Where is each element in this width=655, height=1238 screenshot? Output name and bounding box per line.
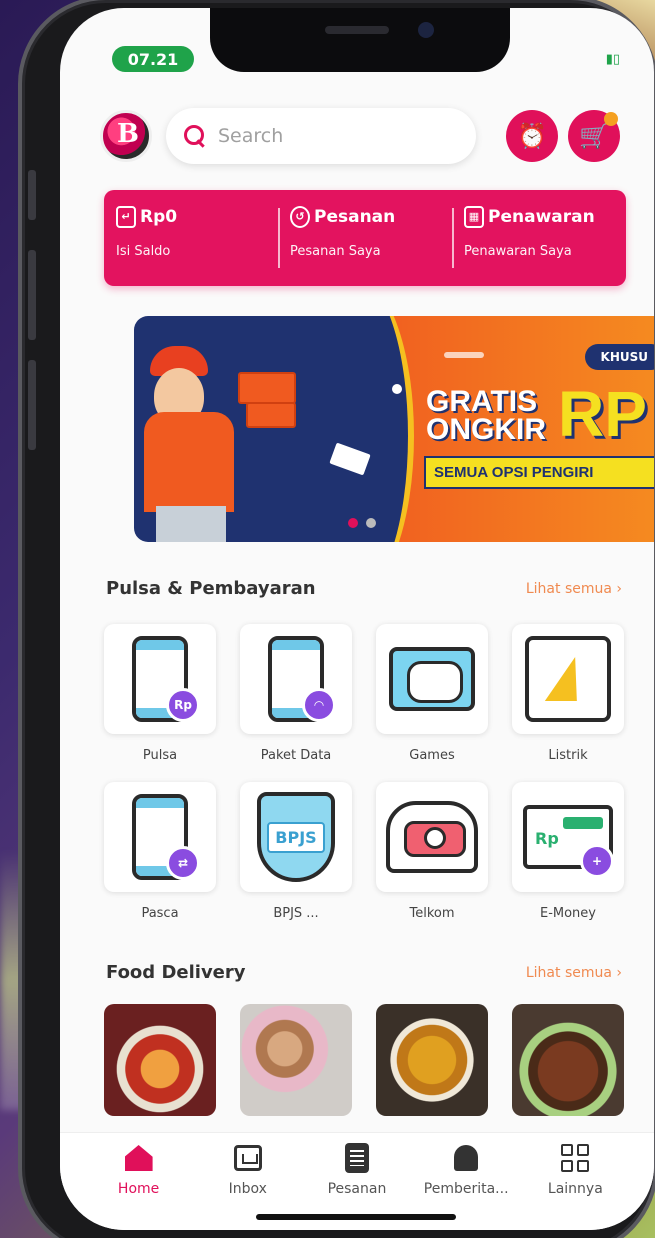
banner-decoration bbox=[444, 352, 484, 358]
tile-label: Listrik bbox=[548, 748, 588, 763]
wallet-orders[interactable]: ↺ Pesanan Pesanan Saya bbox=[278, 190, 452, 286]
orders-title: Pesanan bbox=[314, 207, 396, 227]
bpjs-shield-icon: BPJS bbox=[257, 792, 335, 882]
carousel-dots[interactable] bbox=[348, 518, 376, 528]
notch bbox=[210, 8, 510, 72]
status-time: 07.21 bbox=[112, 46, 194, 72]
search-bar[interactable] bbox=[166, 108, 476, 164]
payments-see-all-link[interactable]: Lihat semua › bbox=[526, 581, 622, 597]
history-icon: ↺ bbox=[290, 206, 310, 228]
nav-label: Pesanan bbox=[327, 1181, 387, 1197]
parcel-box bbox=[238, 372, 296, 404]
game-ticket-icon bbox=[389, 647, 475, 711]
orders-icon bbox=[344, 1143, 369, 1173]
banner-badge: KHUSU bbox=[584, 344, 654, 370]
app-screen: 07.21 ▮▯ B ⏰ 🛒 ↵Rp0 Isi Saldo ↺P bbox=[60, 8, 654, 1230]
courier-legs bbox=[156, 506, 226, 542]
tile-paket-data[interactable]: ◠ Paket Data bbox=[240, 624, 352, 763]
electricity-icon bbox=[525, 636, 611, 722]
food-item-image[interactable] bbox=[376, 1004, 488, 1116]
cart-icon: 🛒 bbox=[579, 122, 609, 150]
tile-bpjs[interactable]: BPJS BPJS ... bbox=[240, 782, 352, 921]
nav-home[interactable]: Home bbox=[94, 1133, 184, 1230]
tile-label: Pasca bbox=[141, 906, 179, 921]
courier-body bbox=[144, 412, 234, 512]
food-section-title: Food Delivery bbox=[106, 962, 246, 983]
food-item-image[interactable] bbox=[240, 1004, 352, 1116]
battery-icon: ▮▯ bbox=[605, 52, 620, 67]
balance-amount: Rp0 bbox=[140, 207, 178, 227]
parcel-box bbox=[246, 402, 296, 428]
food-item-image[interactable] bbox=[104, 1004, 216, 1116]
tile-label: E-Money bbox=[539, 906, 596, 921]
carousel-dot[interactable] bbox=[366, 518, 376, 528]
tile-label: BPJS ... bbox=[273, 906, 319, 921]
banner-sparkle bbox=[392, 384, 402, 394]
search-icon bbox=[184, 125, 206, 147]
nav-label: Inbox bbox=[228, 1181, 267, 1197]
wallet-bar: ↵ Rp0 Isi Saldo ↺ Pesanan Pesanan Saya ▦ Pe… bbox=[104, 190, 626, 286]
offers-title: Penawaran bbox=[488, 207, 595, 227]
app-header: B ⏰ 🛒 bbox=[100, 106, 620, 166]
tile-telkom[interactable]: Telkom bbox=[376, 782, 488, 921]
volume-down-button bbox=[28, 360, 36, 450]
wallet-balance[interactable]: ↵ Rp0 Isi Saldo bbox=[104, 190, 278, 286]
tile-label: Telkom bbox=[409, 906, 455, 921]
payments-grid-row-2: ⇄ Pasca BPJS BPJS ... Telkom + E-Money bbox=[104, 782, 628, 921]
inbox-icon bbox=[233, 1145, 262, 1171]
mute-switch bbox=[28, 170, 36, 220]
cart-button[interactable]: 🛒 bbox=[568, 110, 620, 162]
wallet-icon: ↵ bbox=[116, 206, 136, 228]
rupiah-badge-icon: Rp bbox=[166, 688, 200, 722]
banner-headline: GRATIS ONGKIR bbox=[426, 385, 546, 446]
nav-label: Home bbox=[117, 1181, 160, 1197]
nav-label: Lainnya bbox=[547, 1181, 603, 1197]
banner-line-1: GRATIS bbox=[426, 385, 538, 418]
food-see-all-link[interactable]: Lihat semua › bbox=[526, 965, 622, 981]
tile-pasca[interactable]: ⇄ Pasca bbox=[104, 782, 216, 921]
tile-label: Paket Data bbox=[260, 748, 332, 763]
bpjs-text: BPJS bbox=[267, 821, 325, 853]
volume-up-button bbox=[28, 250, 36, 340]
tile-listrik[interactable]: Listrik bbox=[512, 624, 624, 763]
tile-label: Games bbox=[409, 748, 455, 763]
alarm-bell-icon: ⏰ bbox=[517, 122, 547, 150]
plus-badge-icon: + bbox=[580, 844, 614, 878]
telephone-icon bbox=[386, 801, 478, 873]
carousel-dot-active[interactable] bbox=[348, 518, 358, 528]
tile-games[interactable]: Games bbox=[376, 624, 488, 763]
store-icon: ▦ bbox=[464, 206, 484, 228]
home-indicator[interactable] bbox=[256, 1214, 456, 1220]
home-icon bbox=[124, 1145, 153, 1171]
tile-emoney[interactable]: + E-Money bbox=[512, 782, 624, 921]
bell-icon bbox=[454, 1145, 479, 1171]
phone-frame: 07.21 ▮▯ B ⏰ 🛒 ↵Rp0 Isi Saldo ↺P bbox=[18, 0, 655, 1238]
topup-label: Isi Saldo bbox=[116, 244, 171, 259]
banner-strip: SEMUA OPSI PENGIRI bbox=[424, 456, 654, 489]
food-list bbox=[104, 1004, 628, 1116]
food-item-image[interactable] bbox=[512, 1004, 624, 1116]
orders-subtitle: Pesanan Saya bbox=[290, 244, 381, 259]
banner-rp: RP bbox=[558, 378, 647, 450]
nav-label: Pemberita... bbox=[423, 1181, 509, 1197]
notification-button[interactable]: ⏰ bbox=[506, 110, 558, 162]
front-camera bbox=[418, 22, 434, 38]
sync-badge-icon: ⇄ bbox=[166, 846, 200, 880]
tile-pulsa[interactable]: Rp Pulsa bbox=[104, 624, 216, 763]
banner-curve bbox=[294, 316, 414, 542]
speaker bbox=[325, 26, 389, 34]
app-logo[interactable]: B bbox=[100, 110, 152, 162]
banner-line-2: ONGKIR bbox=[426, 413, 546, 446]
promo-banner[interactable]: KHUSU GRATIS ONGKIR RP SEMUA OPSI PENGIR… bbox=[134, 316, 654, 542]
payments-grid: Rp Pulsa ◠ Paket Data Games Listrik bbox=[104, 624, 628, 763]
offers-subtitle: Penawaran Saya bbox=[464, 244, 572, 259]
cart-badge bbox=[604, 112, 618, 126]
wallet-offers[interactable]: ▦ Penawaran Penawaran Saya bbox=[452, 190, 626, 286]
grid-icon bbox=[561, 1144, 590, 1172]
tile-label: Pulsa bbox=[142, 748, 178, 763]
search-input[interactable] bbox=[218, 125, 438, 147]
payments-section-title: Pulsa & Pembayaran bbox=[106, 578, 316, 599]
nav-more[interactable]: Lainnya bbox=[530, 1133, 620, 1230]
wifi-badge-icon: ◠ bbox=[302, 688, 336, 722]
